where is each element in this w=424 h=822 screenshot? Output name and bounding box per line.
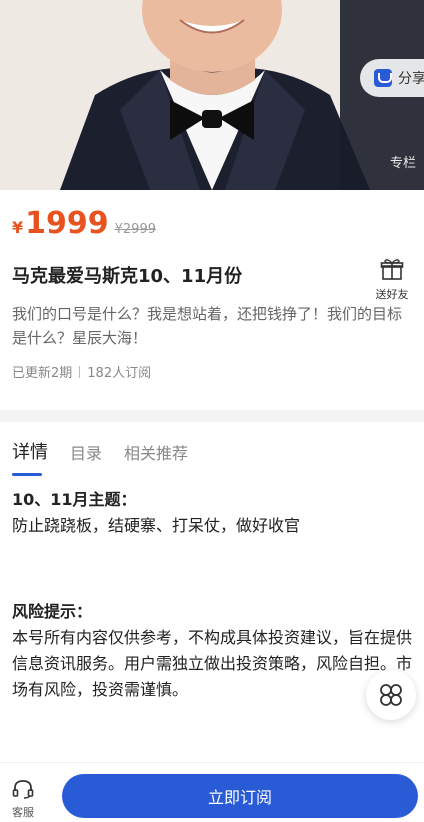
share-icon	[374, 69, 392, 87]
original-price: ¥2999	[114, 222, 156, 237]
bottom-bar: 客服 立即订阅	[0, 762, 424, 822]
tab-details[interactable]: 详情	[12, 438, 48, 476]
share-button[interactable]: 分享	[360, 59, 424, 97]
current-price: 1999	[25, 206, 109, 241]
subscribe-button[interactable]: 立即订阅	[62, 774, 418, 818]
gift-button[interactable]: 送好友	[372, 258, 412, 302]
price-row: ¥ 1999 ¥2999	[12, 207, 156, 241]
risk-heading: 风险提示：	[12, 602, 93, 621]
theme-text: 防止跷跷板，结硬寨、打呆仗，做好收官	[12, 516, 301, 535]
customer-service-button[interactable]: 客服	[8, 779, 38, 820]
customer-service-label: 客服	[12, 806, 34, 819]
headset-icon	[12, 780, 34, 799]
clover-icon	[380, 684, 402, 706]
product-title: 马克最爱马斯克10、11月份	[12, 266, 243, 287]
product-meta: 已更新2期 182人订阅	[12, 362, 151, 381]
update-count: 已更新2期	[12, 366, 73, 381]
meta-divider	[79, 365, 81, 378]
detail-content: 10、11月主题： 防止跷跷板，结硬寨、打呆仗，做好收官 风险提示： 本号所有内…	[12, 487, 412, 703]
hero-photo	[0, 0, 424, 190]
gift-icon	[380, 259, 404, 280]
hero-image: 分享 专栏	[0, 0, 424, 190]
share-label: 分享	[398, 71, 424, 87]
section-divider	[0, 410, 424, 422]
column-tag: 专栏	[389, 156, 416, 171]
risk-text: 本号所有内容仅供参考，不构成具体投资建议，旨在提供信息资讯服务。用户需独立做出投…	[12, 628, 413, 699]
product-description: 我们的口号是什么？我是想站着，还把钱挣了！我们的目标是什么？星辰大海！	[12, 305, 403, 347]
subscriber-count: 182人订阅	[87, 366, 152, 381]
currency-symbol: ¥	[12, 218, 24, 237]
tab-catalog[interactable]: 目录	[70, 440, 102, 464]
tab-bar: 详情 目录 相关推荐	[12, 438, 188, 476]
theme-heading: 10、11月主题：	[12, 490, 137, 509]
gift-label: 送好友	[375, 288, 409, 301]
floating-menu-button[interactable]	[366, 670, 416, 720]
tab-recommended[interactable]: 相关推荐	[124, 440, 188, 464]
